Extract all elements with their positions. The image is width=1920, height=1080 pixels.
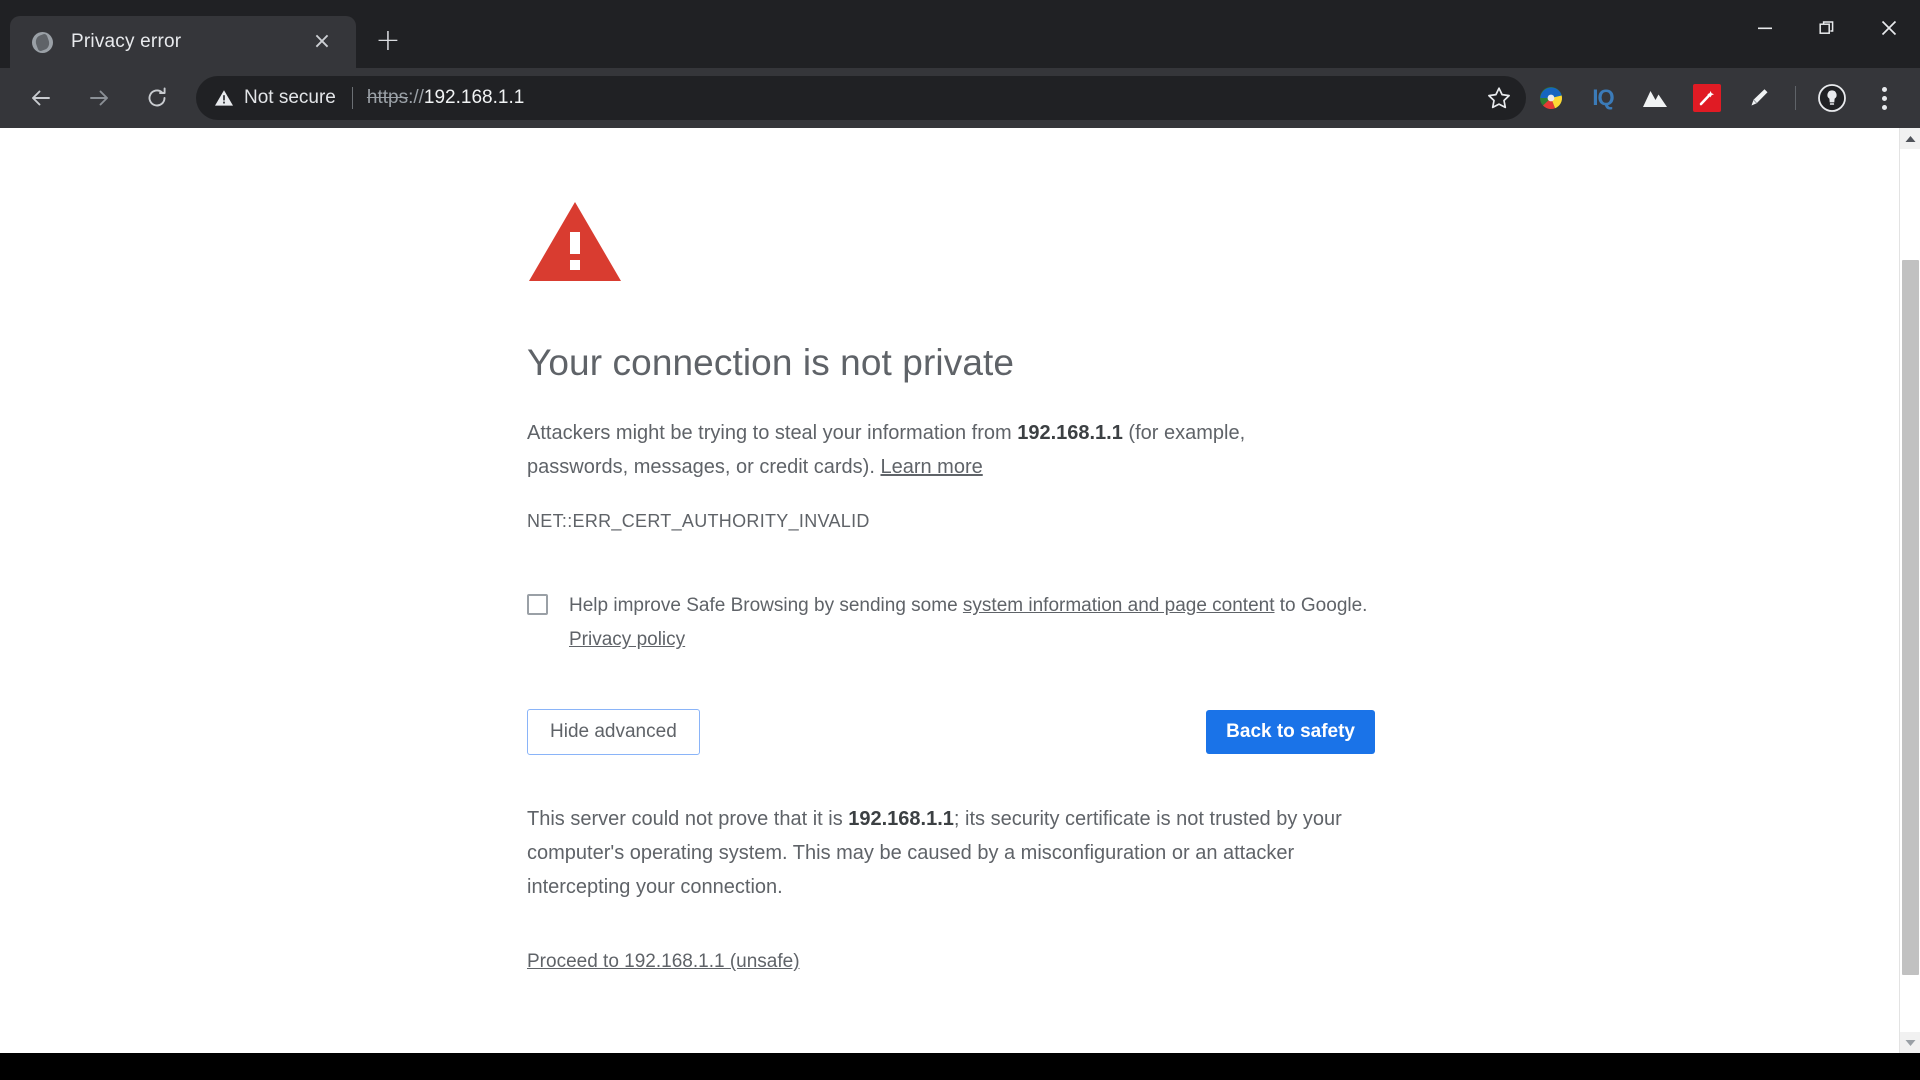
profile-avatar-icon[interactable] bbox=[1810, 76, 1854, 120]
close-window-button[interactable] bbox=[1858, 0, 1920, 56]
toolbar-divider bbox=[1795, 86, 1796, 110]
privacy-policy-link[interactable]: Privacy policy bbox=[569, 629, 685, 650]
url-host: 192.168.1.1 bbox=[424, 87, 524, 108]
page-scrollbar[interactable] bbox=[1899, 128, 1920, 1053]
advanced-explanation: This server could not prove that it is 1… bbox=[527, 802, 1357, 904]
system-information-link[interactable]: system information and page content bbox=[963, 595, 1275, 616]
red-wand-extension-icon[interactable] bbox=[1685, 76, 1729, 120]
globe-icon bbox=[32, 32, 53, 53]
safe-browsing-label: Help improve Safe Browsing by sending so… bbox=[569, 589, 1367, 657]
interstitial-content: Your connection is not private Attackers… bbox=[527, 200, 1387, 973]
pencil-extension-icon[interactable] bbox=[1737, 76, 1781, 120]
url-text: https://192.168.1.1 bbox=[367, 87, 524, 109]
page-title: Your connection is not private bbox=[527, 340, 1387, 386]
restore-button[interactable] bbox=[1796, 0, 1858, 56]
page-viewport: Your connection is not private Attackers… bbox=[0, 128, 1920, 1053]
url-scheme: https bbox=[367, 87, 408, 108]
interstitial-buttons: Hide advanced Back to safety bbox=[527, 709, 1375, 755]
advanced-part-1: This server could not prove that it is bbox=[527, 808, 848, 830]
interstitial-description: Attackers might be trying to steal your … bbox=[527, 416, 1317, 484]
warning-triangle-icon bbox=[214, 88, 234, 108]
tab-title: Privacy error bbox=[71, 31, 181, 53]
url-separator: :// bbox=[408, 87, 424, 108]
three-dot-glyph bbox=[1881, 87, 1887, 110]
safe-browsing-optin: Help improve Safe Browsing by sending so… bbox=[527, 589, 1387, 657]
red-warning-triangle-icon bbox=[527, 200, 623, 284]
scroll-up-arrow-icon[interactable] bbox=[1900, 128, 1920, 149]
minimize-button[interactable] bbox=[1734, 0, 1796, 56]
back-button-icon[interactable] bbox=[18, 75, 64, 121]
learn-more-link[interactable]: Learn more bbox=[880, 456, 982, 478]
browser-toolbar: Not secure https://192.168.1.1 bbox=[0, 68, 1920, 128]
optin-part-1: Help improve Safe Browsing by sending so… bbox=[569, 595, 963, 616]
new-tab-button[interactable]: + bbox=[364, 17, 412, 65]
address-bar[interactable]: Not secure https://192.168.1.1 bbox=[196, 76, 1526, 120]
scrollbar-thumb[interactable] bbox=[1902, 260, 1919, 975]
back-to-safety-button[interactable]: Back to safety bbox=[1206, 710, 1375, 754]
omnibox-divider bbox=[352, 87, 353, 109]
close-tab-icon[interactable]: × bbox=[310, 30, 334, 54]
red-wand-badge bbox=[1693, 84, 1721, 112]
description-part-1: Attackers might be trying to steal your … bbox=[527, 422, 1017, 444]
window-bottom-bar bbox=[0, 1053, 1920, 1080]
forward-button-icon[interactable] bbox=[76, 75, 122, 121]
description-host: 192.168.1.1 bbox=[1017, 422, 1123, 444]
safe-browsing-checkbox[interactable] bbox=[527, 594, 548, 615]
reload-button-icon[interactable] bbox=[134, 75, 180, 121]
browser-tab[interactable]: Privacy error × bbox=[10, 16, 356, 68]
toolbar-extensions: IQ bbox=[1473, 68, 1910, 128]
chrome-menu-icon[interactable] bbox=[1862, 76, 1906, 120]
scroll-down-arrow-icon[interactable] bbox=[1900, 1032, 1920, 1053]
mountain-extension-icon[interactable] bbox=[1633, 76, 1677, 120]
error-code: NET::ERR_CERT_AUTHORITY_INVALID bbox=[527, 511, 1387, 532]
window-controls bbox=[1734, 0, 1920, 56]
tab-strip: Privacy error × + bbox=[0, 0, 1920, 68]
idm-extension-icon[interactable] bbox=[1529, 76, 1573, 120]
tab-strip-padding bbox=[0, 0, 10, 68]
advanced-host: 192.168.1.1 bbox=[848, 808, 954, 830]
optin-part-2: to Google. bbox=[1275, 595, 1368, 616]
proceed-unsafe-link[interactable]: Proceed to 192.168.1.1 (unsafe) bbox=[527, 951, 800, 973]
hide-advanced-button[interactable]: Hide advanced bbox=[527, 709, 700, 755]
browser-window: Privacy error × + bbox=[0, 0, 1920, 1080]
bookmark-star-icon[interactable] bbox=[1477, 76, 1521, 120]
security-status-text: Not secure bbox=[244, 87, 336, 109]
iq-extension-icon[interactable]: IQ bbox=[1581, 76, 1625, 120]
